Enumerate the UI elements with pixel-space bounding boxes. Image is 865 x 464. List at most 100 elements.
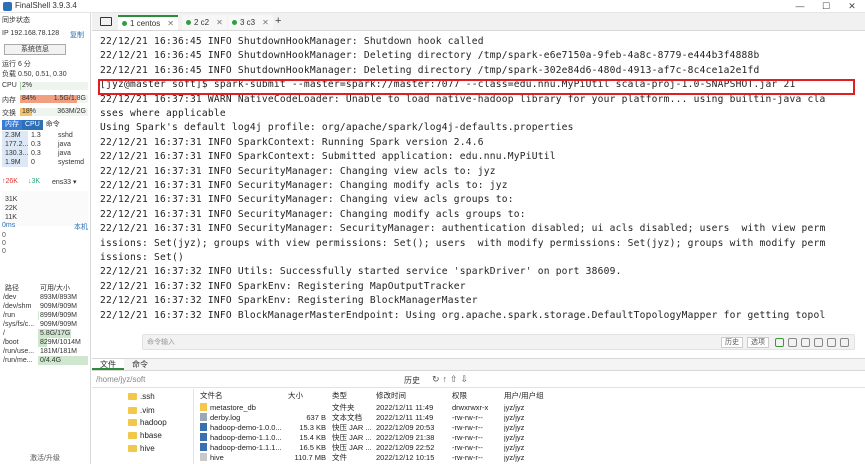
tree-item-hive[interactable]: hive [128,444,155,453]
disk-row[interactable]: /run/me... 0/4.4G [2,356,88,365]
command-input[interactable]: 命令输入 [147,337,175,347]
disk-header-path: 路径 [5,285,19,292]
tree-item-hbase[interactable]: hbase [128,431,162,440]
toggle-icon[interactable] [775,338,784,347]
upload-icon[interactable]: ⇧ [450,374,461,384]
search-icon[interactable] [801,338,810,347]
file-list: 文件名 大小 类型 修改时间 权限 用户/用户组 metastore_db 文件夹… [196,389,865,464]
close-icon[interactable]: ✕ [216,15,223,30]
lightning-icon[interactable] [788,338,797,347]
options-button[interactable]: 选项 [747,337,769,348]
process-row[interactable]: 177.2... 0.3 java [2,140,88,149]
disk-row[interactable]: /dev 893M/893M [2,293,88,302]
folder-icon[interactable] [100,17,112,26]
disk-row[interactable]: /run 899M/909M [2,311,88,320]
latency-target[interactable]: 本机 [74,222,88,232]
latency-tick: 0 [2,232,6,239]
tab-proc-cpu[interactable]: CPU [22,120,43,130]
copy-ip-link[interactable]: 复制 [70,30,84,40]
file-row[interactable]: hadoop-demo-1.1.0... 15.4 KB 快压 JAR ... 202… [196,433,865,443]
disk-path: /dev/shm [3,303,32,310]
file-name-label: derby.log [210,413,241,422]
net-interface-name: ens33 [52,179,72,186]
history-button[interactable]: 历史 [721,337,743,348]
column-permissions[interactable]: 权限 [452,391,467,401]
close-icon[interactable]: ✕ [839,0,865,13]
chevron-down-icon: ▾ [73,179,77,186]
latency-tick: 0 [2,248,6,255]
tab-commands[interactable]: 命令 [124,359,156,370]
process-mem: 2.3M [2,131,28,140]
file-perm: drwxrwxr-x [452,403,489,412]
tab-files[interactable]: 文件 [92,359,124,370]
column-name[interactable]: 文件名 [200,391,223,401]
refresh-icon[interactable]: ↻ [432,374,443,384]
file-row[interactable]: hive 110.7 MB 文件 2022/12/12 10:15 -rw-rw-r--… [196,453,865,463]
folder-icon [128,445,137,452]
file-owner: jyz/jyz [504,413,525,422]
file-size: 16.5 KB [299,443,326,452]
command-highlight-box [98,79,855,95]
upgrade-link[interactable]: 激活/升级 [30,453,60,463]
terminal-line: 22/12/21 16:37:31 INFO SecurityManager: … [100,223,826,235]
column-owner[interactable]: 用户/用户组 [504,391,544,401]
disk-row[interactable]: /run/use... 181M/181M [2,347,88,356]
file-name-label: metastore_db [210,403,256,412]
gear-icon[interactable] [814,338,823,347]
disk-row[interactable]: / 5.8G/17G [2,329,88,338]
disk-size-label: 899M/909M [40,312,77,319]
disk-row[interactable]: /boot 829M/1014M [2,338,88,347]
terminal-output[interactable]: 22/12/21 16:37:32 INFO BlockManagerMaste… [92,31,865,357]
tab-session-2[interactable]: 2 c2 ✕ [182,15,227,30]
disk-size-label: 893M/893M [40,294,77,301]
process-row[interactable]: 2.3M 1.3 sshd [2,131,88,140]
close-icon[interactable]: ✕ [167,17,174,30]
column-size[interactable]: 大小 [288,391,303,401]
grid-icon[interactable] [827,338,836,347]
close-icon[interactable]: ✕ [262,15,269,30]
tree-item-vim[interactable]: .vim [128,406,155,415]
disk-size: 909M/909M [38,320,88,329]
tab-proc-cmd[interactable]: 命令 [43,120,63,130]
net-interface[interactable]: ens33 ▾ [52,178,77,186]
tree-item-ssh[interactable]: .ssh [128,392,155,401]
process-row[interactable]: 130.3... 0.3 java [2,149,88,158]
add-tab-icon[interactable]: + [275,15,281,27]
tree-item-hadoop[interactable]: hadoop [128,418,167,427]
path-history-button[interactable]: 历史 [404,375,420,386]
app-logo-icon [3,2,12,11]
file-perm: -rw-rw-r-- [452,453,483,462]
command-input-bar[interactable]: 命令输入 历史 选项 [142,334,855,350]
window-icon[interactable] [840,338,849,347]
ip-address: IP 192.168.78.128 [2,30,60,37]
tab-session-1[interactable]: 1 centos ✕ [118,15,178,30]
minimize-icon[interactable]: — [787,0,813,13]
download-icon[interactable]: ⇩ [461,374,472,384]
process-row[interactable]: 1.9M 0 systemd [2,158,88,167]
latency-value: 0ms [2,222,16,229]
tab-proc-mem[interactable]: 内存 [2,120,22,130]
file-row[interactable]: metastore_db 文件夹 2022/12/11 11:49 drwxrwxr-… [196,403,865,413]
file-row[interactable]: hadoop-demo-1.1.1... 16.5 KB 快压 JAR ... 202… [196,443,865,453]
disk-row[interactable]: /dev/shm 909M/909M [2,302,88,311]
disk-size: 909M/909M [38,302,88,311]
path-input[interactable]: /home/jyz/soft [94,374,394,386]
file-size: 15.3 KB [299,423,326,432]
disk-path: /run/use... [3,348,35,355]
maximize-icon[interactable]: ☐ [813,0,839,13]
go-up-icon[interactable]: ↑ [443,374,451,384]
file-row[interactable]: derby.log 637 B 文本文档 2022/12/11 11:49 -rw-rw… [196,413,865,423]
disk-size: 181M/181M [38,347,88,356]
file-type: 文本文档 [332,413,362,422]
file-size: 637 B [306,413,326,422]
system-info-button[interactable]: 系统信息 [4,44,66,55]
disk-size: 899M/909M [38,311,88,320]
file-row[interactable]: hadoop-demo-1.0.0... 15.3 KB 快压 JAR ... 202… [196,423,865,433]
disk-row[interactable]: /sys/fs/c... 909M/909M [2,320,88,329]
disk-size-label: 909M/909M [40,303,77,310]
column-mtime[interactable]: 修改时间 [376,391,406,401]
column-type[interactable]: 类型 [332,391,347,401]
tab-session-3[interactable]: 3 c3 ✕ [228,15,273,30]
tab-label: 1 centos [130,19,161,28]
terminal-line: Using Spark's default log4j profile: org… [100,122,574,134]
